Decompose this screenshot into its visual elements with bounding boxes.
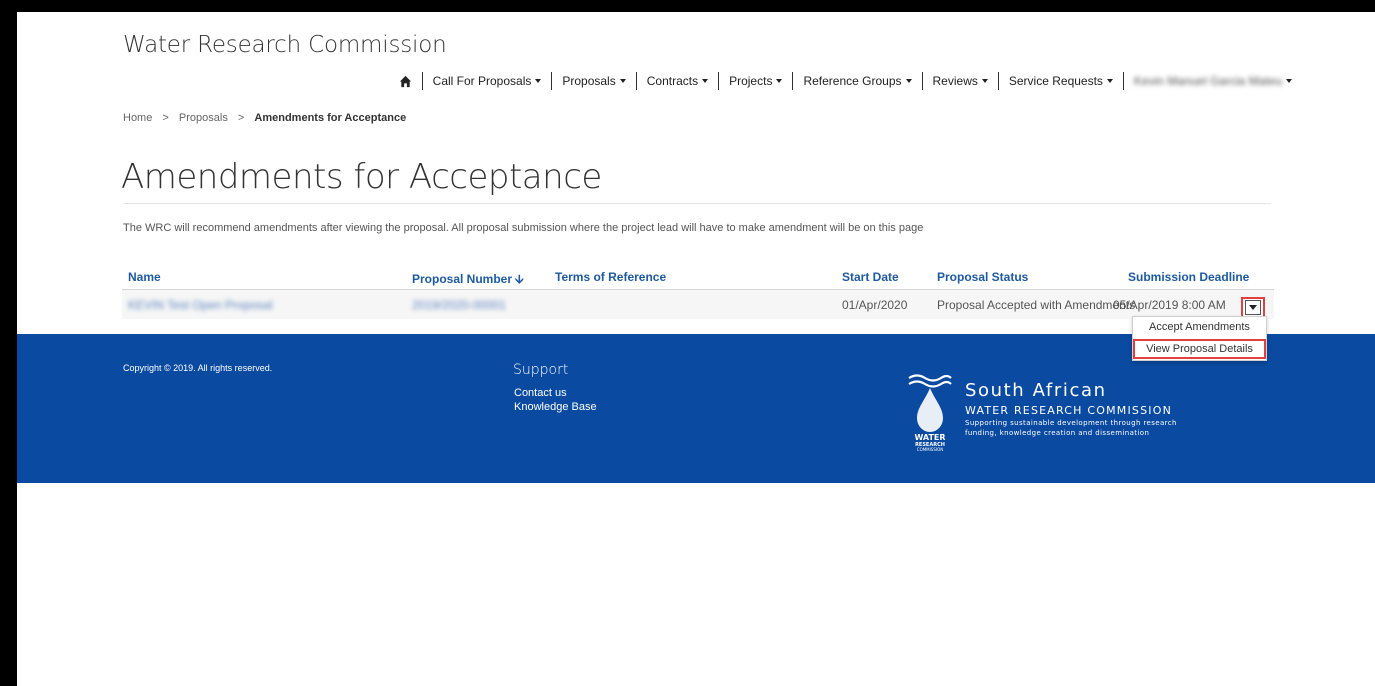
nav-divider	[921, 72, 923, 90]
logo-tagline: Supporting sustainable development throu…	[965, 418, 1225, 438]
cell-submission-deadline: 05/Apr/2019 8:00 AM	[1113, 298, 1226, 312]
wrc-logo-icon: WATER RESEARCH COMMISSION	[908, 374, 952, 452]
breadcrumb-proposals[interactable]: Proposals	[179, 112, 228, 124]
breadcrumb: Home > Proposals > Amendments for Accept…	[123, 112, 406, 124]
column-header-proposal-status[interactable]: Proposal Status	[937, 270, 1028, 284]
logo-title: South African	[965, 380, 1107, 401]
nav-divider	[792, 72, 794, 90]
column-label: Proposal Number	[412, 272, 513, 286]
cell-name[interactable]: KEVIN Test Open Proposal	[128, 298, 273, 312]
cell-start-date: 01/Apr/2020	[842, 298, 908, 312]
column-label: Submission Deadline	[1128, 270, 1250, 284]
column-label: Proposal Status	[937, 270, 1029, 284]
nav-label: Call For Proposals	[432, 74, 532, 88]
contact-us-link[interactable]: Contact us	[514, 387, 567, 399]
nav-divider	[551, 72, 553, 90]
logo-mark-text: COMMISSION	[917, 447, 943, 452]
column-header-proposal-number[interactable]: Proposal Number 🡫	[412, 270, 524, 291]
nav-label: Projects	[729, 74, 773, 88]
home-icon	[399, 75, 411, 87]
breadcrumb-home[interactable]: Home	[123, 112, 152, 124]
caret-down-icon	[535, 79, 542, 83]
page-title: Amendments for Acceptance	[121, 157, 602, 197]
column-header-start-date[interactable]: Start Date	[842, 270, 899, 284]
user-name: Kevin Manuel Garcia Mateu	[1133, 74, 1282, 88]
title-divider	[123, 203, 1271, 204]
logo-mark-text: WATER	[914, 433, 945, 442]
nav-label: Proposals	[562, 74, 616, 88]
logo-tagline-line: funding, knowledge creation and dissemin…	[965, 429, 1150, 437]
nav-label: Contracts	[646, 74, 699, 88]
nav-reference-groups[interactable]: Reference Groups	[803, 74, 912, 88]
chevron-down-icon	[1249, 305, 1257, 310]
caret-down-icon	[905, 79, 912, 83]
breadcrumb-separator: >	[162, 112, 169, 124]
row-actions-toggle	[1245, 300, 1261, 315]
nav-projects[interactable]: Projects	[729, 74, 783, 88]
column-label: Start Date	[842, 270, 899, 284]
nav-label: Reviews	[932, 74, 978, 88]
caret-down-icon	[1106, 79, 1113, 83]
nav-divider	[1122, 72, 1124, 90]
site-brand[interactable]: Water Research Commission	[123, 32, 447, 58]
nav-call-for-proposals[interactable]: Call For Proposals	[433, 74, 542, 88]
logo-subtitle: WATER RESEARCH COMMISSION	[965, 404, 1173, 417]
nav-proposals[interactable]: Proposals	[562, 74, 626, 88]
nav-service-requests[interactable]: Service Requests	[1009, 74, 1113, 88]
column-label: Terms of Reference	[555, 270, 667, 284]
cell-proposal-number: 2019/2020-00001	[412, 298, 507, 312]
caret-down-icon	[702, 79, 709, 83]
row-actions-menu: Accept Amendments View Proposal Details	[1132, 316, 1267, 361]
nav-home[interactable]	[399, 75, 412, 88]
support-heading: Support	[513, 362, 569, 378]
nav-user-menu[interactable]: Kevin Manuel Garcia Mateu	[1134, 74, 1292, 88]
main-nav: Call For Proposals Proposals Contracts P…	[399, 72, 1292, 90]
nav-reviews[interactable]: Reviews	[933, 74, 988, 88]
nav-label: Service Requests	[1008, 74, 1103, 88]
nav-divider	[997, 72, 999, 90]
cell-proposal-status: Proposal Accepted with Amendments	[937, 298, 1136, 312]
breadcrumb-separator: >	[237, 112, 245, 124]
page-description: The WRC will recommend amendments after …	[123, 222, 924, 234]
nav-divider	[635, 72, 637, 90]
column-label: Name	[128, 270, 161, 284]
accept-amendments-menu-item[interactable]: Accept Amendments	[1133, 317, 1266, 337]
view-proposal-details-menu-item[interactable]: View Proposal Details	[1133, 339, 1266, 359]
sort-descending-icon: 🡫	[515, 272, 524, 286]
nav-label: Reference Groups	[803, 74, 902, 88]
nav-divider	[718, 72, 720, 90]
breadcrumb-current: Amendments for Acceptance	[254, 112, 407, 124]
copyright-text: Copyright © 2019. All rights reserved.	[123, 363, 273, 373]
knowledge-base-link[interactable]: Knowledge Base	[514, 401, 597, 413]
column-header-terms-of-reference[interactable]: Terms of Reference	[555, 270, 666, 284]
caret-down-icon	[981, 79, 988, 83]
nav-divider	[421, 72, 423, 90]
amendments-table: Name Proposal Number 🡫 Terms of Reference…	[122, 262, 1274, 319]
column-header-name[interactable]: Name	[128, 270, 161, 284]
row-actions-button[interactable]	[1241, 297, 1265, 318]
table-header: Name Proposal Number 🡫 Terms of Reference…	[122, 262, 1274, 290]
logo-tagline-line: Supporting sustainable development throu…	[965, 419, 1177, 427]
caret-down-icon	[1286, 79, 1292, 83]
page: Water Research Commission Call For Propo…	[17, 12, 1375, 686]
caret-down-icon	[619, 79, 626, 83]
caret-down-icon	[776, 79, 783, 83]
column-header-submission-deadline[interactable]: Submission Deadline	[1128, 270, 1249, 284]
table-row[interactable]: KEVIN Test Open Proposal 2019/2020-00001…	[122, 290, 1274, 319]
nav-contracts[interactable]: Contracts	[646, 74, 709, 88]
